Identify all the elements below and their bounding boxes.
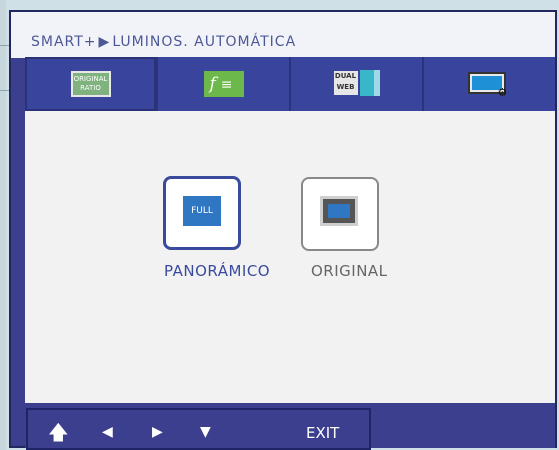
tab-f-engine[interactable]: f ≡ (158, 57, 291, 111)
right-arrow-icon[interactable]: ▶ (152, 424, 163, 440)
option-original-button[interactable] (301, 177, 379, 251)
exit-button[interactable]: EXIT (306, 424, 339, 442)
tab-original-ratio[interactable]: ORIGINAL RATIO (25, 57, 158, 111)
page-left-strip (0, 0, 6, 450)
icon-text-web: WEB (336, 83, 355, 91)
icon-text-ratio: RATIO (80, 84, 101, 92)
full-screen-icon: FULL (183, 196, 221, 226)
option-original-label: ORIGINAL (311, 262, 388, 280)
option-panoramico-button[interactable]: FULL (163, 176, 241, 250)
icon-text-full: FULL (191, 206, 213, 216)
content-panel (25, 111, 555, 403)
dual-web-icon: DUAL WEB (332, 70, 382, 98)
original-frame-icon (320, 196, 358, 226)
tab-dual-web[interactable]: DUAL WEB (291, 57, 424, 111)
header-prefix: SMART+ (31, 34, 97, 50)
header-title: LUMINOS. AUTOMÁTICA (112, 34, 297, 50)
option-panoramico-label: PANORÁMICO (164, 262, 271, 280)
original-ratio-icon: ORIGINAL RATIO (70, 71, 111, 97)
header-arrow-icon: ▶ (98, 34, 111, 50)
picture-mode-icon: ⚙ (467, 70, 512, 99)
left-arrow-icon[interactable]: ◀ (102, 424, 113, 440)
tab-picture-mode[interactable]: ⚙ (424, 57, 555, 111)
tab-bar: ORIGINAL RATIO f ≡ DUAL WEB ⚙ (25, 57, 555, 111)
icon-text-f: f (209, 74, 216, 94)
osd-header: SMART+ ▶ LUMINOS. AUTOMÁTICA (11, 12, 555, 58)
icon-text-original: ORIGINAL (73, 75, 108, 83)
icon-text-dual: DUAL (334, 72, 357, 80)
f-engine-icon: f ≡ (203, 71, 244, 97)
down-arrow-icon[interactable]: ▼ (200, 424, 211, 440)
up-menu-icon[interactable]: 🡅 (48, 422, 69, 442)
